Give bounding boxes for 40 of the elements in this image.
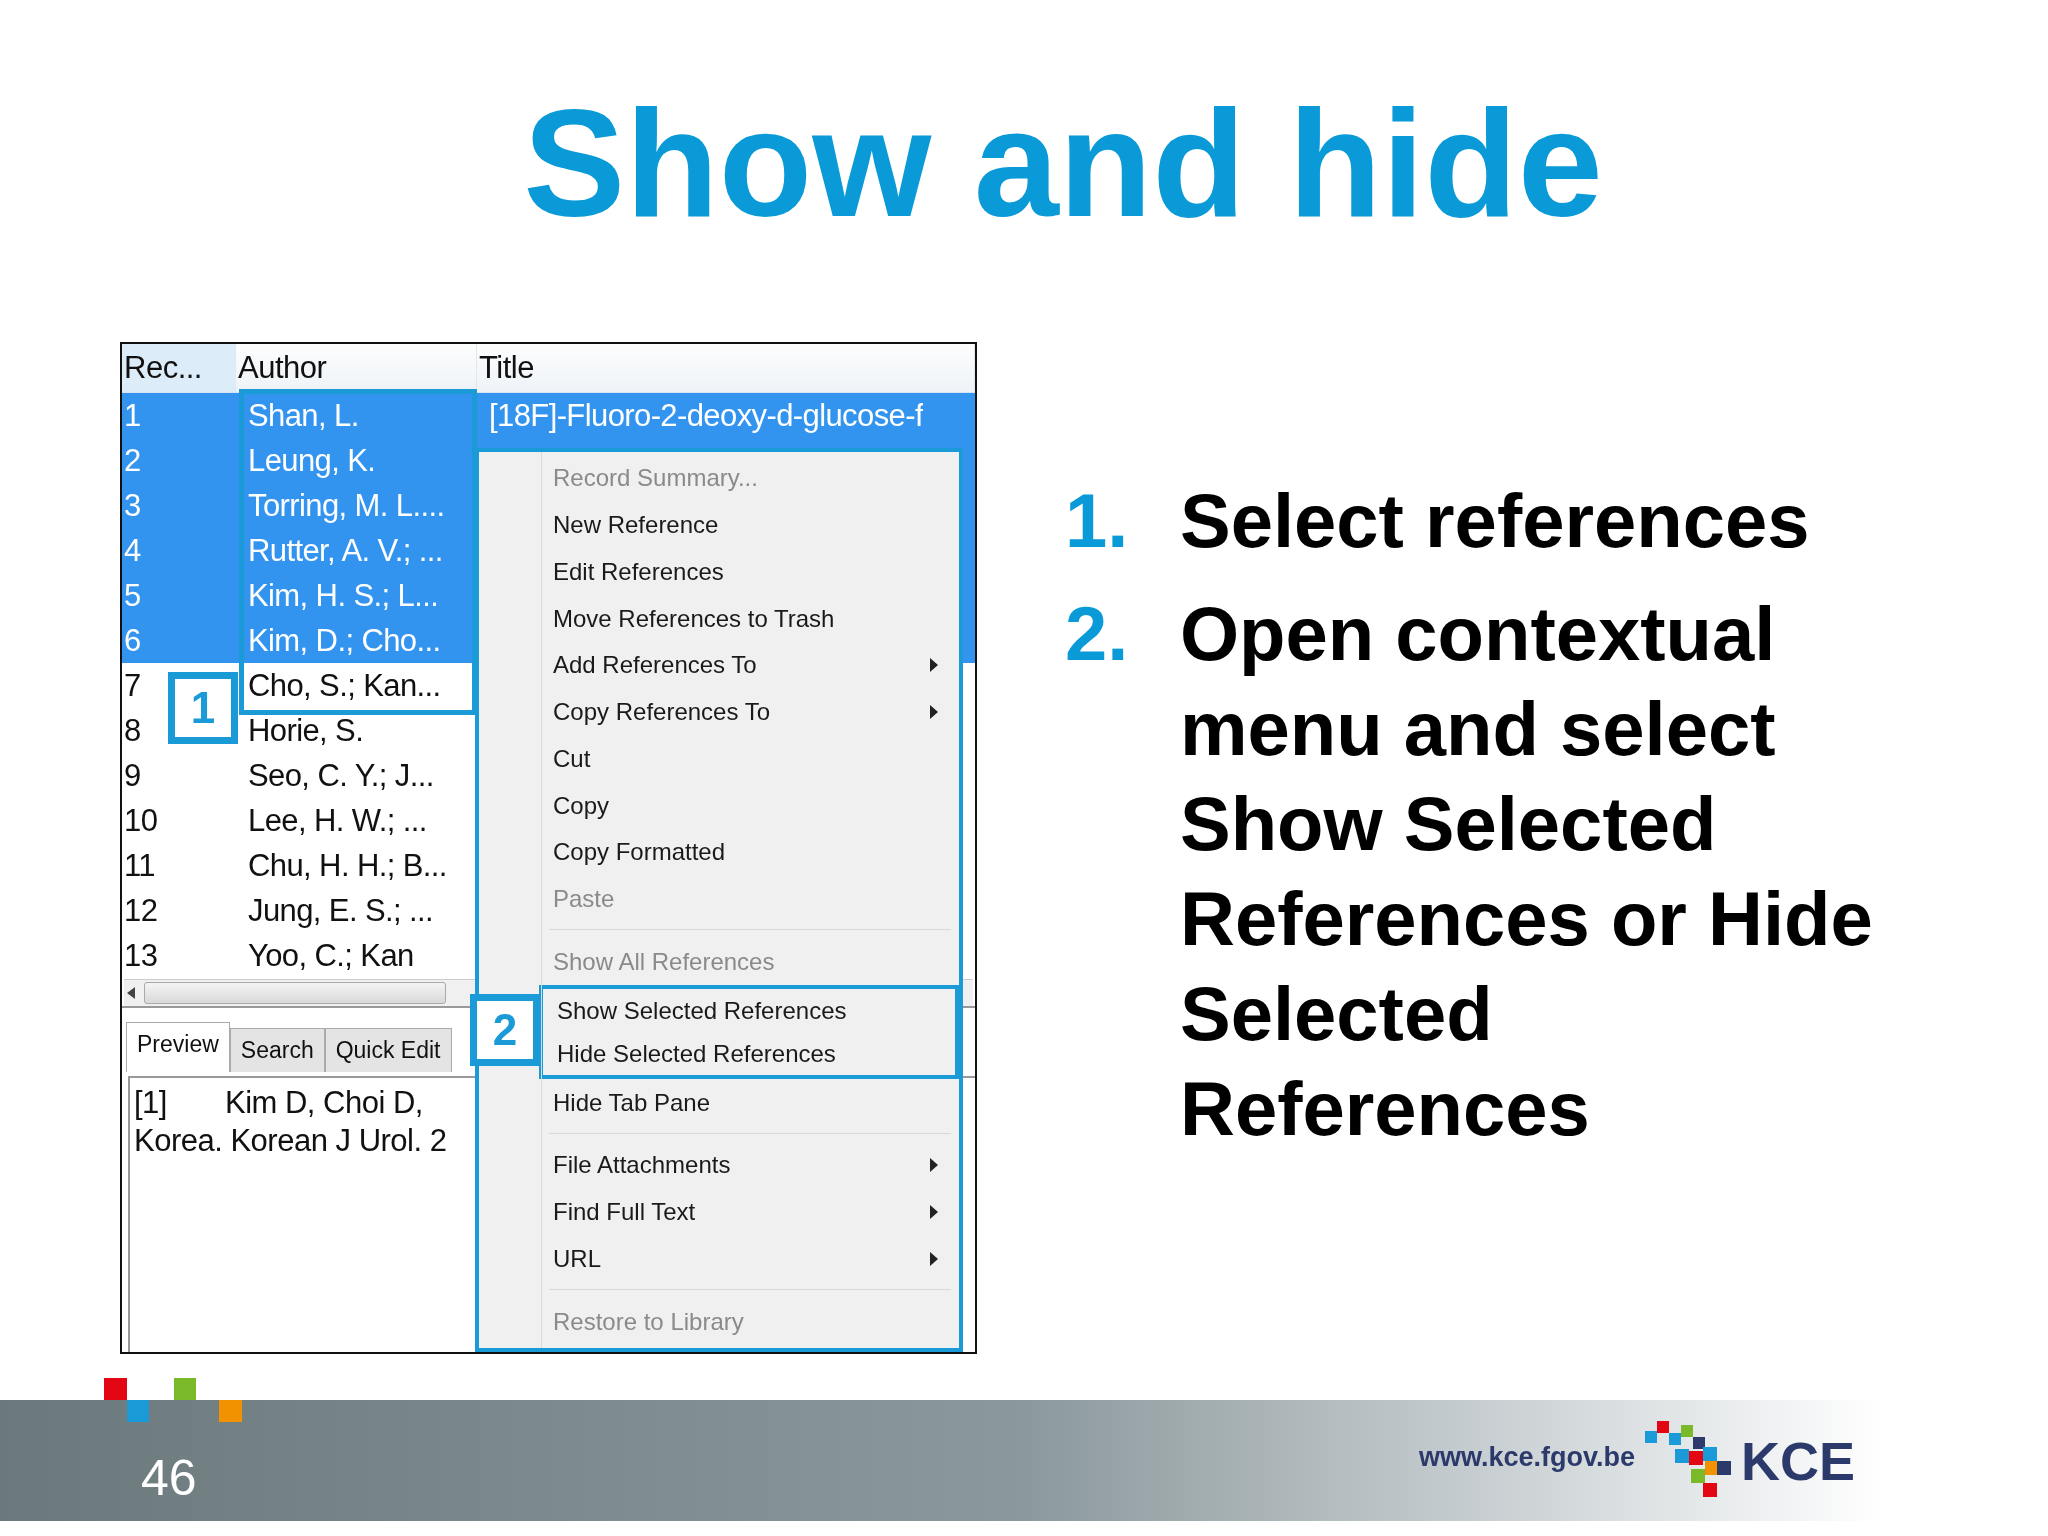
table-cell-text: 7 <box>123 667 141 705</box>
table-cell-text: Horie, S. <box>247 712 364 750</box>
step-text: Select references <box>1180 477 1811 565</box>
step-text: Open contextual menu and select Show Selected References or Hide Selected References <box>1180 590 1874 1153</box>
url-text: www.kce.fgov.be <box>1418 1442 1635 1473</box>
table-cell-text: Kim, D.; Cho... <box>247 622 441 660</box>
table-cell-text: Torring, M. L.... <box>247 487 445 525</box>
table-cell-text: Jung, E. S.; ... <box>247 892 434 930</box>
table-cell-text: Cho, S.; Kan... <box>247 667 441 705</box>
table-cell-text: Rutter, A. V.; ... <box>247 532 443 570</box>
callout-number: 1 <box>168 672 238 744</box>
table-cell-text: 6 <box>123 622 141 660</box>
table-cell-text: Leung, K. <box>247 442 376 480</box>
table-cell-text: 4 <box>123 532 141 570</box>
table-cell-text: Shan, L. <box>247 397 359 435</box>
table-cell-text: 13 <box>123 937 158 975</box>
table-cell-text: 5 <box>123 577 141 615</box>
table-cell-text: 8 <box>123 712 141 750</box>
table-cell-text: 11 <box>123 847 155 885</box>
table-cell-text: 1 <box>123 397 141 435</box>
table-cell-text: Yoo, C.; Kan <box>247 937 414 975</box>
table-cell-text: Seo, C. Y.; J... <box>247 757 434 795</box>
step-number: 1. <box>1065 477 1130 565</box>
callout-number: 2 <box>470 994 540 1066</box>
table-cell-text: 12 <box>123 892 158 930</box>
page-number: 46 <box>141 1449 197 1507</box>
table-cell-text: 9 <box>123 757 141 795</box>
table-cell-text: 10 <box>123 802 158 840</box>
slide-title: Show and hide <box>523 86 1603 250</box>
table-cell-text: Chu, H. H.; B... <box>247 847 447 885</box>
logo-text: KCE <box>1741 1429 1855 1492</box>
table-cell-text: [18F]-Fluoro-2-deoxy-d-glucose-f <box>488 397 923 435</box>
step-number: 2. <box>1065 590 1130 678</box>
table-cell-text: Kim, H. S.; L... <box>247 577 439 615</box>
preview-text: [1] <box>134 1084 167 1122</box>
preview-text: Kim D, Choi D, <box>224 1084 423 1122</box>
preview-text: Korea. Korean J Urol. 2 <box>134 1122 447 1160</box>
table-cell-text: 3 <box>123 487 141 525</box>
table-cell-text: Lee, H. W.; ... <box>247 802 427 840</box>
table-cell-text: 2 <box>123 442 141 480</box>
